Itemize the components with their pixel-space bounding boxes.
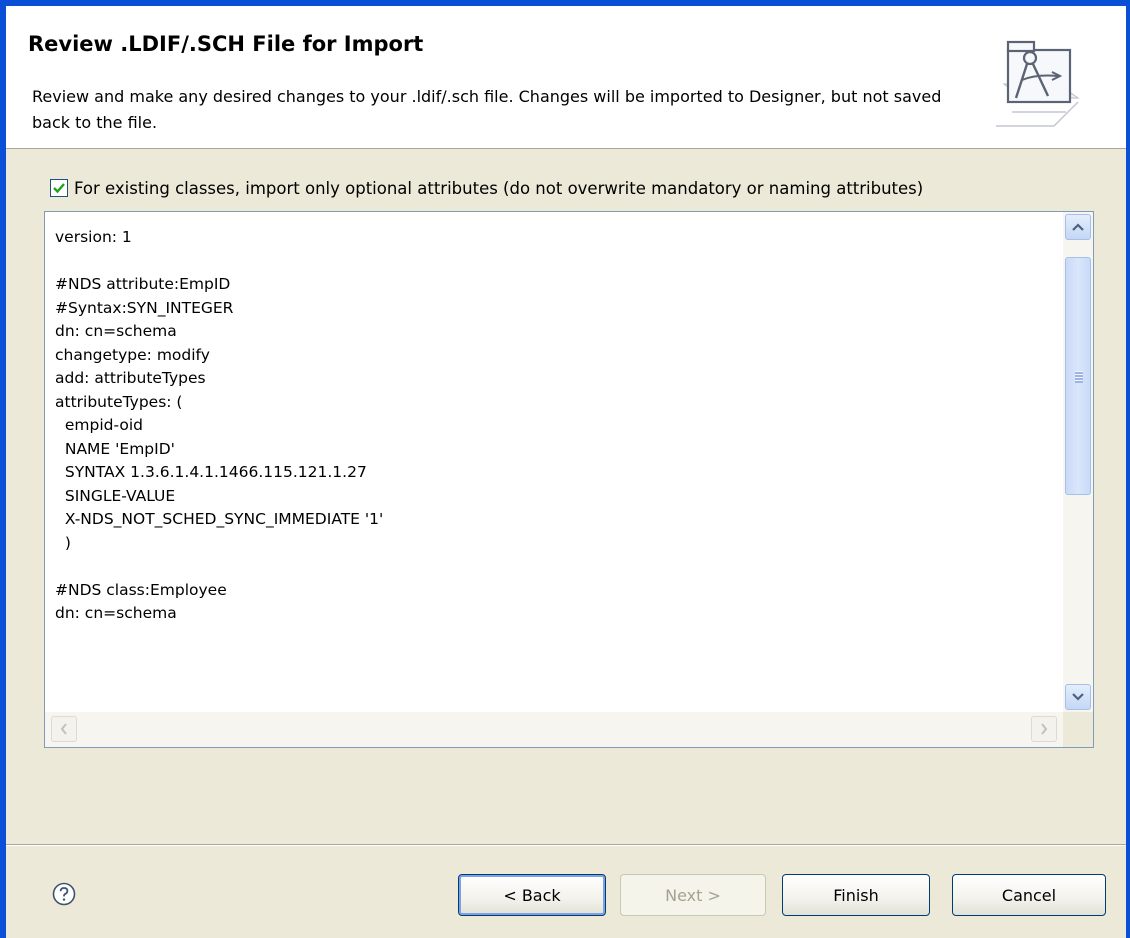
grip-icon — [1075, 371, 1083, 383]
schema-wizard-icon — [996, 40, 1080, 127]
chevron-up-icon — [1072, 223, 1084, 231]
finish-button[interactable]: Finish — [782, 874, 930, 916]
ldif-content[interactable]: version: 1 #NDS attribute:EmpID #Syntax:… — [45, 212, 1063, 626]
import-optional-attributes-option[interactable]: For existing classes, import only option… — [50, 174, 1120, 202]
vertical-scrollbar[interactable] — [1063, 212, 1093, 712]
scrollbar-corner — [1063, 712, 1093, 747]
chevron-right-icon — [1041, 723, 1048, 735]
footer-separator — [6, 844, 1126, 846]
horizontal-scrollbar[interactable] — [45, 712, 1063, 747]
scroll-down-button[interactable] — [1065, 684, 1091, 710]
import-optional-attributes-checkbox[interactable] — [50, 179, 68, 197]
scroll-right-button[interactable] — [1031, 716, 1057, 742]
page-title: Review .LDIF/.SCH File for Import — [28, 32, 424, 56]
back-button[interactable]: < Back — [458, 874, 606, 916]
ldif-text-area[interactable]: version: 1 #NDS attribute:EmpID #Syntax:… — [45, 212, 1063, 712]
checkmark-icon — [53, 183, 65, 194]
scroll-up-button[interactable] — [1065, 214, 1091, 240]
vertical-scroll-thumb[interactable] — [1065, 257, 1091, 495]
question-mark-icon[interactable] — [52, 882, 76, 906]
wizard-header: Review .LDIF/.SCH File for Import Review… — [6, 6, 1126, 149]
cancel-button[interactable]: Cancel — [952, 874, 1106, 916]
scroll-left-button[interactable] — [51, 716, 77, 742]
chevron-left-icon — [60, 723, 67, 735]
import-optional-attributes-label: For existing classes, import only option… — [74, 178, 924, 198]
chevron-down-icon — [1072, 693, 1084, 701]
page-description: Review and make any desired changes to y… — [32, 87, 942, 132]
next-button[interactable]: Next > — [620, 874, 766, 916]
ldif-editor[interactable]: version: 1 #NDS attribute:EmpID #Syntax:… — [44, 211, 1094, 748]
wizard-dialog: Review .LDIF/.SCH File for Import Review… — [0, 0, 1130, 938]
